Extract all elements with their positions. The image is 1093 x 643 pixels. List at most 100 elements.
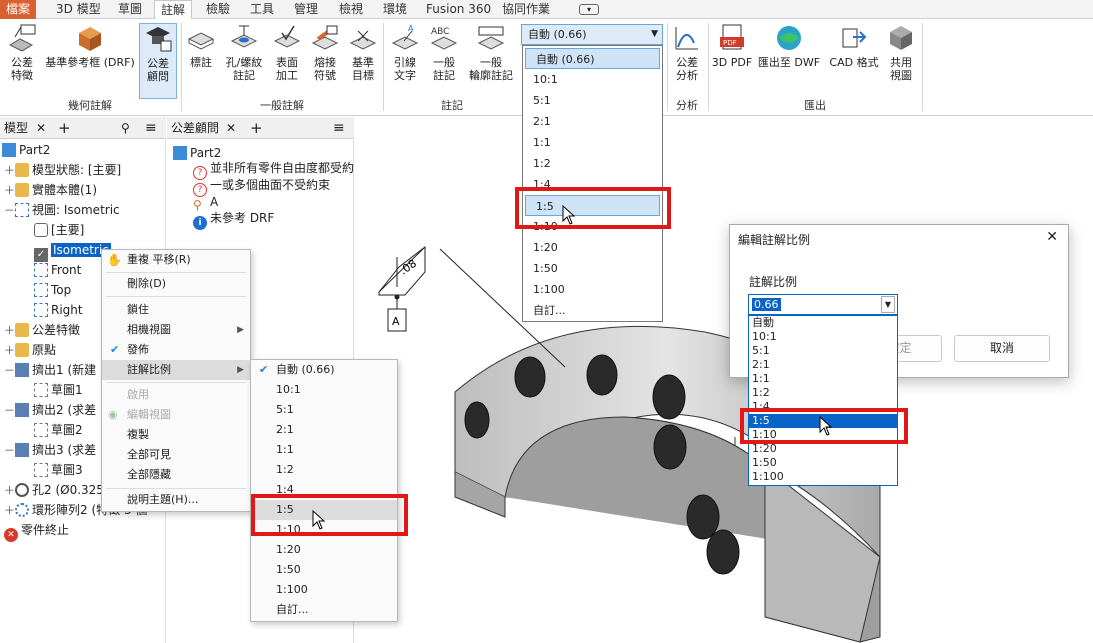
tolerance-advisor-button[interactable]: 公差 顧問 (139, 23, 177, 99)
dropdown-1-20[interactable]: 1:20 (523, 237, 662, 258)
tolerance-analysis-button[interactable]: 公差 分析 (669, 23, 705, 82)
submenu-1-20[interactable]: 1:20 (251, 540, 397, 560)
tab-manage[interactable]: 管理 (288, 0, 324, 19)
menu-publish[interactable]: ✔ 發佈 (102, 340, 250, 360)
surface-texture-button[interactable]: 表面 加工 (269, 23, 305, 82)
list-item[interactable]: 10:1 (749, 330, 897, 344)
menu-hide-all[interactable]: 全部隱藏 (102, 465, 250, 485)
tab-3d-model[interactable]: 3D 模型 (50, 0, 107, 19)
tree-sketch1[interactable]: 草圖1 (34, 380, 83, 400)
tree-isometric-view[interactable]: ✓ Isometric (34, 240, 111, 262)
tree-model-states[interactable]: ＋模型狀態: [主要] (4, 160, 121, 180)
tree-extrude3[interactable]: －擠出3 (求差 (4, 440, 96, 460)
annotation-scale-select[interactable]: 自動 (0.66) ▼ (521, 24, 663, 45)
menu-show-all[interactable]: 全部可見 (102, 445, 250, 465)
dropdown-auto[interactable]: 自動 (0.66) (525, 48, 660, 69)
tab-tolerance-advisor[interactable]: 公差顧問 (167, 121, 219, 135)
tree-extrude1[interactable]: －擠出1 (新建 (4, 360, 96, 380)
dropdown-1-1[interactable]: 1:1 (523, 132, 662, 153)
advisor-item-drf[interactable]: i 未參考 DRF (193, 208, 274, 230)
submenu-5-1[interactable]: 5:1 (251, 400, 397, 420)
scale-combobox[interactable]: 0.66 ▼ (748, 294, 898, 315)
list-item[interactable]: 2:1 (749, 358, 897, 372)
chevron-down-icon[interactable]: ▼ (881, 296, 895, 313)
close-icon[interactable]: ✕ (226, 117, 236, 139)
dropdown-10-1[interactable]: 10:1 (523, 69, 662, 90)
expand-icon[interactable]: ＋ (4, 164, 15, 177)
search-icon[interactable]: ⚲ (121, 117, 130, 139)
expand-icon[interactable]: ＋ (4, 504, 15, 517)
submenu-auto[interactable]: ✔ 自動 (0.66) (251, 360, 397, 380)
leader-text-button[interactable]: A 引線 文字 (387, 23, 423, 82)
list-item[interactable]: 5:1 (749, 344, 897, 358)
close-icon[interactable]: ✕ (1046, 229, 1058, 245)
menu-icon[interactable]: ≡ (333, 117, 345, 139)
dropdown-custom[interactable]: 自訂... (523, 300, 662, 321)
general-note-button[interactable]: ABC 一般 註記 (426, 23, 462, 82)
tree-sketch2[interactable]: 草圖2 (34, 420, 83, 440)
tab-environments[interactable]: 環境 (377, 0, 413, 19)
tree-primary-state[interactable]: [主要] (34, 220, 84, 240)
tree-view-isometric[interactable]: －視圖: Isometric (4, 200, 120, 220)
tolerance-feature-button[interactable]: 公差 特徵 (4, 23, 40, 82)
menu-help-topics[interactable]: 說明主題(H)... (102, 490, 250, 510)
add-pane-icon[interactable]: + (58, 117, 71, 139)
submenu-1-1[interactable]: 1:1 (251, 440, 397, 460)
3d-pdf-button[interactable]: PDF 3D PDF (711, 23, 753, 69)
list-item[interactable]: 1:20 (749, 442, 897, 456)
drf-button[interactable]: 基準參考框 (DRF) (42, 23, 138, 69)
menu-lock[interactable]: 鎖住 (102, 300, 250, 320)
list-item[interactable]: 1:50 (749, 456, 897, 470)
list-item[interactable]: 1:100 (749, 470, 897, 484)
submenu-1-100[interactable]: 1:100 (251, 580, 397, 600)
weld-symbol-button[interactable]: 熔接 符號 (306, 23, 344, 82)
tab-fusion[interactable]: Fusion 360 (420, 0, 497, 19)
dropdown-1-100[interactable]: 1:100 (523, 279, 662, 300)
cad-format-button[interactable]: CAD 格式 (826, 23, 882, 69)
tab-view[interactable]: 檢視 (333, 0, 369, 19)
menu-icon[interactable]: ≡ (145, 117, 157, 139)
model-canvas[interactable]: .08 A (355, 117, 1093, 643)
menu-delete[interactable]: 刪除(D) (102, 274, 250, 294)
tab-model[interactable]: 模型 (0, 121, 28, 135)
datum-target-button[interactable]: 基準 目標 (345, 23, 381, 82)
dropdown-1-2[interactable]: 1:2 (523, 153, 662, 174)
tree-tolerance-features[interactable]: ＋公差特徵 (4, 320, 80, 340)
expand-icon[interactable]: ＋ (4, 484, 15, 497)
submenu-custom[interactable]: 自訂... (251, 600, 397, 620)
tree-hole2[interactable]: ＋孔2 (Ø0.325 (4, 480, 104, 500)
menu-repeat-pan[interactable]: 重複 平移(R) (102, 250, 250, 270)
ribbon-options-icon[interactable]: ▾ (579, 4, 599, 15)
tab-tools[interactable]: 工具 (244, 0, 280, 19)
cancel-button[interactable]: 取消 (954, 335, 1050, 362)
dropdown-5-1[interactable]: 5:1 (523, 90, 662, 111)
tab-sketch[interactable]: 草圖 (112, 0, 148, 19)
submenu-10-1[interactable]: 10:1 (251, 380, 397, 400)
hole-thread-note-button[interactable]: 孔/螺紋 註記 (221, 23, 267, 82)
tree-end-of-part[interactable]: ✕ 零件終止 (4, 520, 69, 542)
tree-front-view[interactable]: Front (34, 260, 81, 280)
tree-part2[interactable]: Part2 (2, 140, 50, 160)
tab-collaborate[interactable]: 協同作業 (496, 0, 556, 19)
tree-sketch3[interactable]: 草圖3 (34, 460, 83, 480)
list-item[interactable]: 1:1 (749, 372, 897, 386)
menu-annotation-scale[interactable]: 註解比例 ▶ (102, 360, 250, 380)
tab-annotate[interactable]: 註解 (154, 0, 193, 20)
expand-icon[interactable]: ＋ (4, 324, 15, 337)
tab-inspect[interactable]: 檢驗 (200, 0, 236, 19)
submenu-1-50[interactable]: 1:50 (251, 560, 397, 580)
tree-extrude2[interactable]: －擠出2 (求差 (4, 400, 96, 420)
submenu-2-1[interactable]: 2:1 (251, 420, 397, 440)
close-icon[interactable]: ✕ (36, 117, 46, 139)
menu-camera-view[interactable]: 相機視圖 ▶ (102, 320, 250, 340)
list-item[interactable]: 1:2 (749, 386, 897, 400)
tree-origin[interactable]: ＋原點 (4, 340, 56, 360)
share-view-button[interactable]: 共用 視圖 (883, 23, 919, 82)
expand-icon[interactable]: ＋ (4, 184, 15, 197)
add-pane-icon[interactable]: + (250, 117, 263, 139)
list-item[interactable]: 自動 (749, 316, 897, 330)
export-dwf-button[interactable]: 匯出至 DWF (755, 23, 823, 69)
tree-right-view[interactable]: Right (34, 300, 83, 320)
menu-copy[interactable]: 複製 (102, 425, 250, 445)
collapse-icon[interactable]: － (4, 364, 15, 377)
